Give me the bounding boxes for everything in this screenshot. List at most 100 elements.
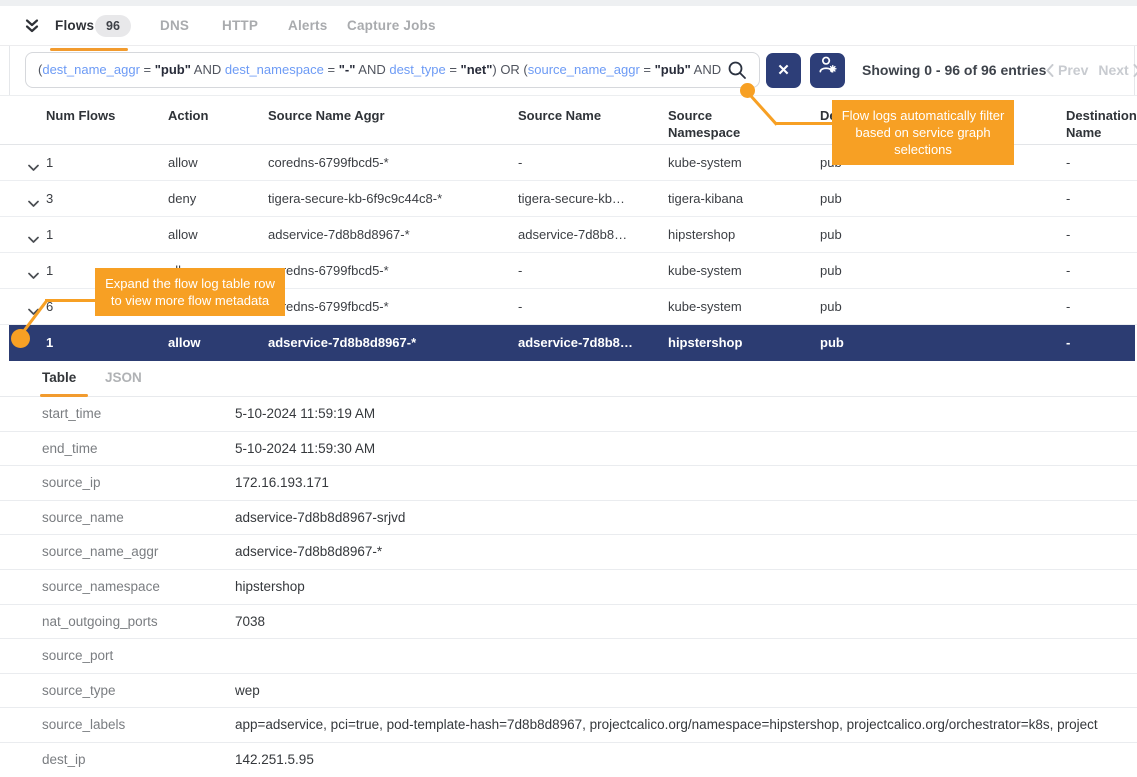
cell-action: allow — [168, 145, 198, 181]
row-expand-chevron-icon[interactable] — [28, 159, 39, 177]
cell-dest_name_aggr: pub — [820, 253, 842, 289]
detail-key: source_namespace — [42, 570, 160, 605]
chevron-right-icon — [1133, 64, 1137, 77]
tab-alerts[interactable]: Alerts — [288, 6, 327, 46]
flows-count-badge: 96 — [95, 15, 131, 37]
query-segment-op: = — [140, 62, 155, 77]
cell-source_namespace: kube-system — [668, 253, 742, 289]
row-expand-chevron-icon[interactable] — [28, 267, 39, 285]
detail-value: adservice-7d8b8d8967-srjvd — [235, 501, 1137, 536]
detail-tab-table[interactable]: Table — [42, 361, 76, 397]
cell-source_namespace: tigera-kibana — [668, 181, 743, 217]
cell-dest_name: - — [1066, 253, 1070, 289]
cell-source_name: - — [518, 289, 522, 325]
cell-source_name: adservice-7d8b8… — [518, 217, 627, 253]
cell-source_name: adservice-7d8b8… — [518, 325, 633, 361]
user-settings-button[interactable] — [810, 53, 845, 88]
cell-source_namespace: kube-system — [668, 145, 742, 181]
detail-value: app=adservice, pci=true, pod-template-ha… — [235, 708, 1137, 743]
tab-capture-jobs[interactable]: Capture Jobs — [347, 6, 436, 46]
query-segment-op: = — [446, 62, 461, 77]
query-segment-field: dest_namespace — [225, 62, 324, 77]
detail-row-end_time: end_time5-10-2024 11:59:30 AM — [0, 432, 1137, 467]
cell-source_namespace: kube-system — [668, 289, 742, 325]
query-segment-field: dest_type — [389, 62, 445, 77]
query-segment-op: ) OR ( — [492, 62, 527, 77]
detail-row-source_name: source_name adservice-7d8b8d8967-srjvd — [0, 501, 1137, 536]
header-cell-source_namespace: Source Namespace — [668, 107, 768, 141]
detail-key: source_labels — [42, 708, 125, 743]
query-segment-op: AND — [691, 62, 721, 77]
tooltip1-anchor-dot — [740, 83, 755, 98]
cell-source_name_aggr: tigera-secure-kb-6f9c9c44c8-* — [268, 181, 442, 217]
header-cell-num: Num Flows — [46, 107, 116, 124]
clear-filter-button[interactable]: ✕ — [766, 53, 801, 88]
row-expand-chevron-icon[interactable] — [28, 231, 39, 249]
detail-value: adservice-7d8b8d8967-* — [235, 535, 1137, 570]
cell-num: 3 — [46, 181, 53, 217]
pagination: Prev Next — [1046, 52, 1137, 88]
detail-row-source_name_aggr: source_name_aggr adservice-7d8b8d8967-* — [0, 535, 1137, 570]
tooltip2-connector-horizontal — [45, 299, 96, 302]
detail-value: 142.251.5.95 — [235, 743, 1137, 777]
detail-row-source_namespace: source_namespace hipstershop — [0, 570, 1137, 605]
query-segment-field: dest_name_aggr — [42, 62, 140, 77]
flow-detail-table: start_time5-10-2024 11:59:19 AMend_time5… — [0, 397, 1137, 777]
detail-row-source_ip: source_ip172.16.193.171 — [0, 466, 1137, 501]
tab-http[interactable]: HTTP — [222, 6, 258, 46]
filter-query-input[interactable]: (dest_name_aggr = "pub" AND dest_namespa… — [25, 52, 760, 88]
search-icon[interactable] — [727, 60, 747, 85]
cell-source_name_aggr: coredns-6799fbcd5-* — [268, 145, 389, 181]
cell-dest_name: - — [1066, 217, 1070, 253]
tab-flows[interactable]: Flows — [55, 6, 94, 46]
cell-source_namespace: hipstershop — [668, 325, 742, 361]
detail-value — [235, 639, 1137, 674]
cell-source_name: - — [518, 145, 522, 181]
cell-num: 1 — [46, 145, 53, 181]
detail-key: source_name_aggr — [42, 535, 158, 570]
detail-view-tabbar: Table JSON — [0, 361, 1137, 397]
flow-table-row-selected[interactable]: 1allowadservice-7d8b8d8967-*adservice-7d… — [9, 325, 1135, 361]
cell-source_name_aggr: coredns-6799fbcd5-* — [268, 253, 389, 289]
detail-row-nat_outgoing_ports: nat_outgoing_ports7038 — [0, 605, 1137, 640]
flow-table-row[interactable]: 3 deny tigera-secure-kb-6f9c9c44c8-* tigera… — [0, 181, 1137, 217]
cell-dest_name: - — [1066, 289, 1070, 325]
detail-value: hipstershop — [235, 570, 1137, 605]
header-cell-dest_name: Destination Name — [1066, 107, 1137, 141]
cell-action: deny — [168, 181, 196, 217]
tab-dns[interactable]: DNS — [160, 6, 189, 46]
cell-dest_name_aggr: pub — [820, 289, 842, 325]
header-cell-source_name_aggr: Source Name Aggr — [268, 107, 508, 124]
cell-source_namespace: hipstershop — [668, 217, 735, 253]
cell-dest_name_aggr: pub — [820, 325, 844, 361]
detail-value: 5-10-2024 11:59:19 AM — [235, 397, 1137, 432]
detail-row-source_labels: source_labels app=adservice, pci=true, po… — [0, 708, 1137, 743]
query-segment-op: AND — [191, 62, 225, 77]
cell-num: 1 — [46, 253, 53, 289]
cell-source_name_aggr: coredns-6799fbcd5-* — [268, 289, 389, 325]
prev-page-button[interactable]: Prev — [1046, 52, 1088, 88]
cell-source_name_aggr: adservice-7d8b8d8967-* — [268, 217, 410, 253]
cell-dest_name: - — [1066, 181, 1070, 217]
detail-row-source_type: source_typewep — [0, 674, 1137, 709]
cell-action: allow — [168, 217, 198, 253]
chevron-left-icon — [1046, 64, 1054, 77]
cell-dest_name_aggr: pub — [820, 217, 842, 253]
detail-key: source_name — [42, 501, 124, 536]
collapse-double-chevron-icon[interactable] — [24, 18, 40, 39]
detail-tab-json[interactable]: JSON — [105, 361, 142, 397]
detail-key: nat_outgoing_ports — [42, 605, 158, 640]
tooltip-expand-row: Expand the flow log table row to view mo… — [95, 268, 285, 316]
flow-table-row[interactable]: 1allowadservice-7d8b8d8967-*adservice-7d… — [0, 217, 1137, 253]
query-segment-val: "-" — [339, 62, 356, 77]
header-cell-action: Action — [168, 107, 258, 124]
detail-key: end_time — [42, 432, 98, 467]
cell-dest_name: - — [1066, 145, 1070, 181]
detail-key: source_ip — [42, 466, 101, 501]
row-expand-chevron-icon[interactable] — [28, 195, 39, 213]
detail-row-start_time: start_time5-10-2024 11:59:19 AM — [0, 397, 1137, 432]
next-page-button[interactable]: Next — [1098, 52, 1137, 88]
active-tab-underline — [50, 48, 128, 51]
log-type-tabbar: Flows 96 DNS HTTP Alerts Capture Jobs — [0, 6, 1137, 46]
cell-num: 1 — [46, 325, 53, 361]
